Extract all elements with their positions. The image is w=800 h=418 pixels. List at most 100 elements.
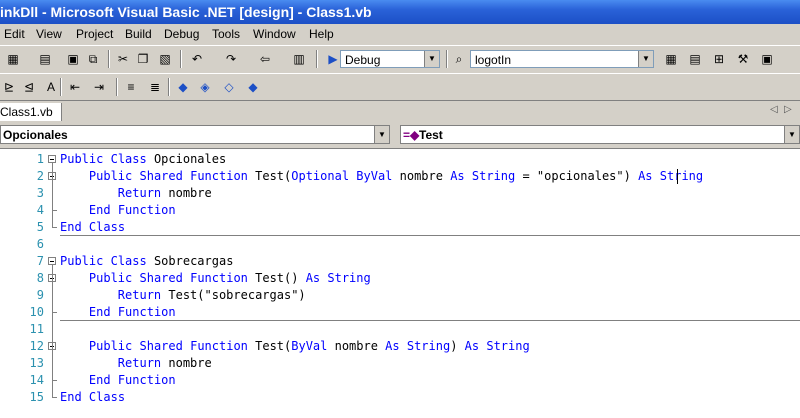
undo-icon[interactable]: ↶ [188,50,206,68]
outline-end-mark [52,227,57,228]
class-name-dropdown[interactable]: Opcionales ▼ [0,125,390,144]
solution-config-icon[interactable]: ▥ [290,50,308,68]
menu-view[interactable]: View [36,27,62,41]
keyword-token: Class [88,390,126,404]
code-line[interactable]: 1 Public Class Opcionales [0,151,800,168]
method-icon: =◆ [403,128,420,142]
code-line[interactable]: 4 End Function [0,202,800,219]
keyword-token: String [471,169,516,183]
member-list-icon[interactable]: ⊵ [0,78,18,96]
tab-class1-vb[interactable]: Class1.vb [0,103,62,121]
code-line[interactable]: 12 Public Shared Function Test(ByVal nom… [0,338,800,355]
code-line[interactable]: 15 End Class [0,389,800,406]
configuration-value: Debug [345,53,381,67]
find-combo[interactable]: logotIn ▼ [470,50,654,68]
tab-scroll-right-icon[interactable]: ▷ [784,104,792,115]
copy-icon[interactable]: ❐ [134,50,152,68]
navigation-bar: Opcionales ▼ =◆ Test ▼ [0,123,800,147]
menu-window[interactable]: Window [253,27,296,41]
tools-icon[interactable]: ⚒ [734,50,752,68]
menu-build[interactable]: Build [125,27,152,41]
tab-label: Class1.vb [0,105,53,119]
menu-tools[interactable]: Tools [212,27,240,41]
add-item-icon[interactable]: ▤ [36,50,54,68]
class-view-icon[interactable]: ▣ [758,50,776,68]
code-line[interactable]: 10 End Function [0,304,800,321]
code-line[interactable]: 3 Return nombre [0,185,800,202]
paste-icon[interactable]: ▧ [156,50,174,68]
code-text: End Class [60,219,125,236]
code-text: Public Class Sobrecargas [60,253,233,270]
keyword-token: Function [190,271,248,285]
keyword-token: End [88,373,111,387]
code-text: End Function [60,372,176,389]
comment-icon[interactable]: ≡ [122,78,140,96]
standard-toolbar: ▦ ▤ ▣ ⧉ ✂ ❐ ▧ ↶ ↷ ⇦ ▥ ▶ Debug ▼ ⌕ logotI… [0,45,800,73]
line-number: 12 [29,339,44,353]
quick-info-icon[interactable]: A [42,78,60,96]
code-token: nombre [161,186,212,200]
find-in-files-icon[interactable]: ⌕ [450,50,468,68]
solution-explorer-icon[interactable]: ▦ [662,50,680,68]
chevron-down-icon[interactable]: ▼ [374,126,389,143]
toolbar-separator [108,50,110,68]
code-editor[interactable]: 1 Public Class Opcionales 2 Public Shared … [0,148,800,418]
chevron-down-icon[interactable]: ▼ [784,126,799,143]
save-all-icon[interactable]: ⧉ [84,50,102,68]
bookmark-next-icon[interactable]: ◇ [220,78,238,96]
redo-icon[interactable]: ↷ [222,50,240,68]
menu-help[interactable]: Help [309,27,334,41]
keyword-token: String [486,339,530,353]
indent-icon[interactable]: ⇥ [90,78,108,96]
line-number: 15 [29,390,44,404]
keyword-token: End [60,390,82,404]
save-icon[interactable]: ▣ [64,50,82,68]
code-token: Test( [247,339,292,353]
uncomment-icon[interactable]: ≣ [146,78,164,96]
keyword-token: ByVal [356,169,393,183]
keyword-token: Public [60,152,104,166]
collapse-toggle-icon[interactable] [48,155,56,163]
code-line[interactable]: 9 Return Test("sobrecargas") [0,287,800,304]
code-line[interactable]: 2 Public Shared Function Test(Optional B… [0,168,800,185]
bookmark-clear-icon[interactable]: ◆ [244,78,262,96]
chevron-down-icon[interactable]: ▼ [638,51,653,67]
bookmark-previous-icon[interactable]: ◈ [196,78,214,96]
outdent-icon[interactable]: ⇤ [66,78,84,96]
menu-debug[interactable]: Debug [164,27,199,41]
cut-icon[interactable]: ✂ [114,50,132,68]
code-line[interactable]: 13 Return nombre [0,355,800,372]
solution-configuration-combo[interactable]: Debug ▼ [340,50,440,68]
tab-scroll-left-icon[interactable]: ◁ [770,104,778,115]
new-project-icon[interactable]: ▦ [4,50,22,68]
menu-edit[interactable]: Edit [4,27,25,41]
toolbox-icon[interactable]: ⊞ [710,50,728,68]
bookmark-toggle-icon[interactable]: ◆ [174,78,192,96]
parameter-info-icon[interactable]: ⊴ [20,78,38,96]
method-name-value: Test [419,128,443,142]
code-line[interactable]: 7 Public Class Sobrecargas [0,253,800,270]
method-name-dropdown[interactable]: =◆ Test ▼ [400,125,800,144]
navigate-icon[interactable]: ⇦ [256,50,274,68]
code-text: Return nombre [60,355,212,372]
keyword-token: String [327,271,371,285]
collapse-toggle-icon[interactable] [48,257,56,265]
code-line[interactable]: 8 Public Shared Function Test() As Strin… [0,270,800,287]
keyword-token: ByVal [291,339,328,353]
properties-icon[interactable]: ▤ [686,50,704,68]
menu-project[interactable]: Project [76,27,113,41]
code-line[interactable]: 11 [0,321,800,338]
chevron-down-icon[interactable]: ▼ [424,51,439,67]
code-token: = "opcionales") [515,169,639,183]
code-line[interactable]: 6 [0,236,800,253]
code-line[interactable]: 5 End Class [0,219,800,236]
code-line[interactable]: 14 End Function [0,372,800,389]
